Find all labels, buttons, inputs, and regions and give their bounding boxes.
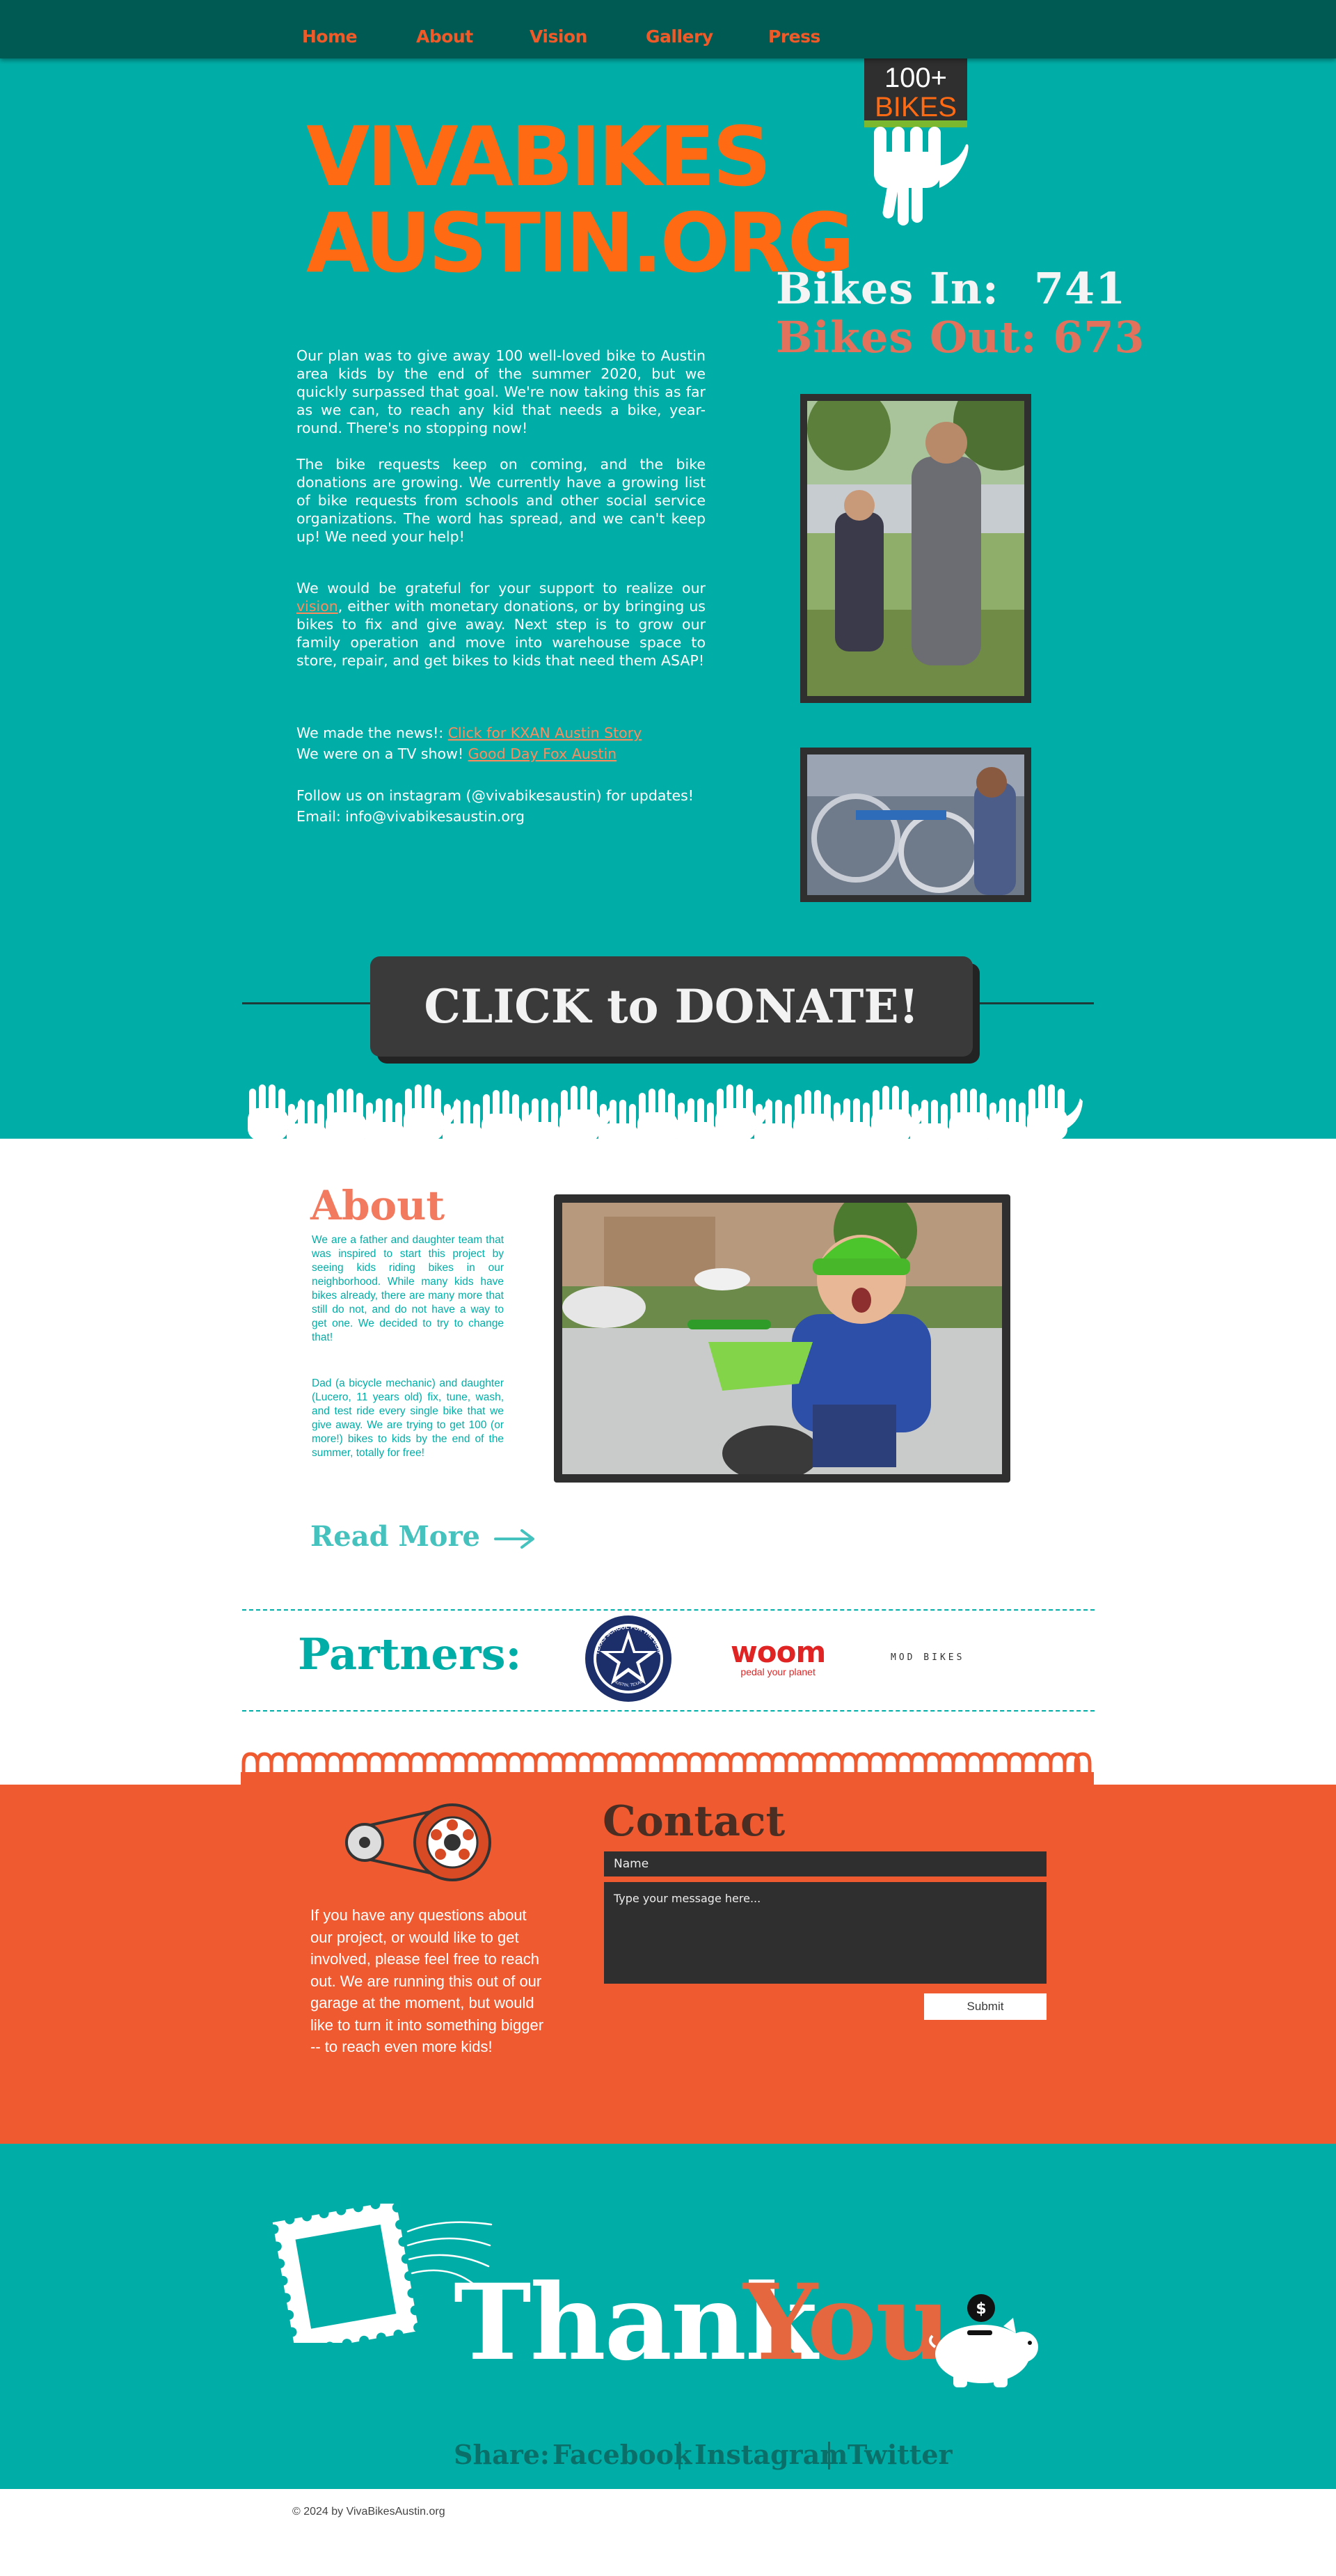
mod-bikes-logo[interactable]: MOD BIKES — [891, 1652, 964, 1663]
about-paragraph-team: Dad (a bicycle mechanic) and daughter (L… — [312, 1377, 504, 1459]
support-text-before: We would be grateful for your support to… — [296, 580, 706, 596]
message-field[interactable] — [604, 1882, 1047, 1984]
nav-vision[interactable]: Vision — [530, 26, 587, 47]
partners-title: Partners: — [298, 1629, 522, 1680]
contact-description: If you have any questions about our proj… — [310, 1906, 544, 2055]
news-line: We made the news!: Click for KXAN Austin… — [296, 724, 706, 742]
name-field[interactable] — [604, 1851, 1047, 1876]
about-title: About — [310, 1182, 445, 1229]
site-logo-line-1: VIVABIKES — [306, 109, 772, 205]
badge-label: BIKES — [875, 92, 957, 123]
bike-repair-photo — [807, 754, 1024, 895]
share-separator — [678, 2442, 681, 2470]
partners-divider-bottom — [242, 1710, 1095, 1712]
about-paragraph-inspiration: We are a father and daughter team that w… — [312, 1234, 504, 1343]
kxan-story-link[interactable]: Click for KXAN Austin Story — [448, 725, 642, 741]
submit-button[interactable]: Submit — [924, 1993, 1047, 2020]
instagram-line: Follow us on instagram (@vivabikesaustin… — [296, 787, 694, 804]
share-instagram-link[interactable]: Instagram — [694, 2439, 848, 2470]
top-nav-bar: Home About Vision Gallery Press — [0, 0, 1336, 58]
donate-divider-right — [971, 1002, 1094, 1004]
bikes-in-value: 741 — [1033, 263, 1127, 314]
contact-title: Contact — [603, 1797, 786, 1846]
raised-hand-icon — [874, 127, 969, 226]
share-facebook-link[interactable]: Facebook — [552, 2439, 692, 2470]
read-more-link[interactable]: Read More — [310, 1520, 536, 1553]
you-word: You — [743, 2261, 951, 2384]
hero-photo-family — [800, 373, 1051, 703]
site-logo-line-2: AUSTIN.ORG — [306, 195, 855, 291]
nav-about[interactable]: About — [416, 26, 473, 47]
share-twitter-link[interactable]: Twitter — [848, 2439, 953, 2470]
copyright-text: © 2024 by VivaBikesAustin.org — [292, 2506, 445, 2518]
nav-home[interactable]: Home — [302, 26, 358, 47]
partners-divider-top — [242, 1609, 1095, 1611]
hero-paragraph-plan: Our plan was to give away 100 well-loved… — [296, 347, 706, 436]
bikes-out-label: Bikes Out: — [776, 312, 1037, 363]
texas-school-deaf-logo[interactable]: TEXAS SCHOOL FOR THE DEAF AUSTIN, TEXAS — [584, 1615, 672, 1702]
bikes-in-label: Bikes In: — [776, 263, 999, 314]
svg-text:$: $ — [976, 2300, 986, 2318]
hero-photo-bike-repair — [800, 748, 1031, 902]
nav-gallery[interactable]: Gallery — [646, 26, 713, 47]
nav-press[interactable]: Press — [768, 26, 820, 47]
hero-paragraph-requests: The bike requests keep on coming, and th… — [296, 456, 706, 545]
fox-austin-link[interactable]: Good Day Fox Austin — [468, 745, 617, 762]
about-photo-frame — [554, 1189, 1010, 1483]
tv-line: We were on a TV show! Good Day Fox Austi… — [296, 745, 706, 763]
woom-wordmark: woom — [731, 1635, 826, 1669]
donate-divider-left — [242, 1002, 372, 1004]
support-text-after: , either with monetary donations, or by … — [296, 598, 706, 669]
share-label: Share: — [454, 2439, 550, 2470]
news-prefix: We made the news!: — [296, 725, 448, 741]
woom-tagline: pedal your planet — [740, 1666, 816, 1677]
arrow-right-icon — [493, 1529, 534, 1549]
bikes-out-value: 673 — [1053, 312, 1145, 363]
vision-link[interactable]: vision — [296, 598, 338, 615]
bikes-out-stat: Bikes Out: 673 — [776, 312, 1145, 363]
read-more-label: Read More — [310, 1520, 480, 1553]
footer — [0, 2489, 1336, 2576]
badge-count: 100+ — [884, 63, 948, 93]
father-daughter-photo — [807, 373, 1051, 696]
piggy-bank-icon: $ — [928, 2294, 1038, 2387]
woom-logo[interactable]: woom pedal your planet — [731, 1635, 826, 1678]
donate-button[interactable]: CLICK to DONATE! — [370, 956, 973, 1057]
bikes-in-stat: Bikes In: 741 — [776, 263, 1126, 314]
hands-row-icon — [248, 1084, 1083, 1140]
hero-paragraph-support: We would be grateful for your support to… — [296, 579, 706, 670]
coil-border-icon — [241, 1752, 1094, 1786]
bikes-count-badge: 100+ BIKES — [864, 58, 967, 123]
email-line: Email: info@vivabikesaustin.org — [296, 808, 525, 825]
kid-on-bike-photo — [562, 1189, 1002, 1481]
tv-prefix: We were on a TV show! — [296, 745, 468, 762]
bike-chain-gears-icon — [345, 1803, 491, 1881]
share-separator — [828, 2442, 830, 2470]
